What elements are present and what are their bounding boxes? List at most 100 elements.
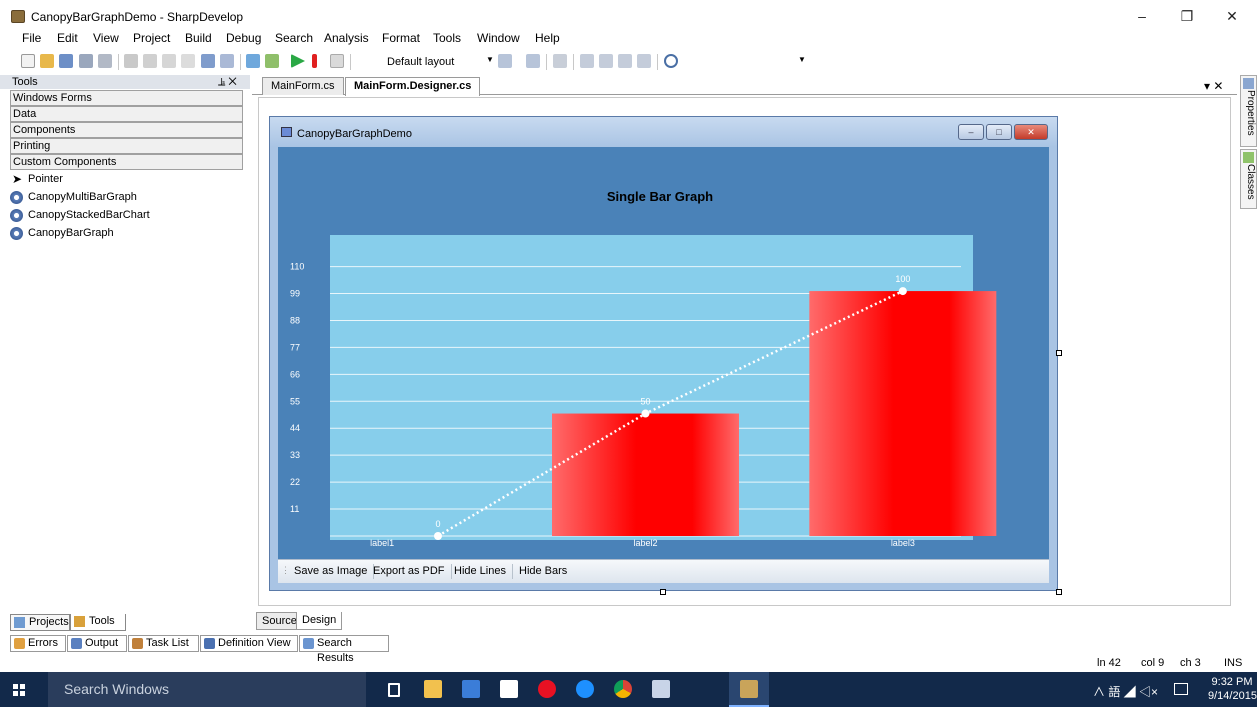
taskbar-clock[interactable]: 9:32 PM 9/14/2015: [1208, 675, 1257, 703]
bookmark-icon[interactable]: [580, 54, 594, 68]
menu-search[interactable]: Search: [275, 30, 313, 46]
open-folder-icon[interactable]: [40, 54, 54, 68]
form-maximize-button[interactable]: □: [986, 124, 1012, 140]
delete-icon[interactable]: [181, 54, 195, 68]
chevron-down-icon[interactable]: ▼: [486, 55, 494, 64]
build-icon[interactable]: [246, 54, 260, 68]
save-all-icon[interactable]: [98, 54, 112, 68]
y-tick-label: 33: [290, 450, 300, 460]
media-player-icon[interactable]: [462, 680, 480, 698]
tab-search-results[interactable]: Search Results: [299, 635, 389, 664]
tool-item-label: Pointer: [28, 173, 63, 185]
pin-close-icon[interactable]: ⫡ ✕: [218, 75, 237, 89]
menu-build[interactable]: Build: [185, 30, 212, 46]
document-dropdown-close-icon[interactable]: ▾ ✕: [1204, 79, 1223, 93]
bar-graph-control[interactable]: Single Bar Graph 11 22 33 44 55 66 77 88 99 110 lab…: [278, 147, 1049, 559]
chrome-icon[interactable]: [614, 680, 632, 698]
resize-handle[interactable]: [1056, 589, 1062, 595]
hide-bars-button[interactable]: Hide Bars: [513, 564, 573, 579]
run-without-debug-icon[interactable]: [312, 54, 317, 68]
opera-icon[interactable]: [538, 680, 556, 698]
menu-view[interactable]: View: [93, 30, 119, 46]
menu-project[interactable]: Project: [133, 30, 170, 46]
tab-properties[interactable]: Properties: [1240, 75, 1257, 147]
layout-dropdown[interactable]: Default layout: [385, 53, 481, 71]
save-icon[interactable]: [79, 54, 93, 68]
task-view-icon[interactable]: [388, 683, 400, 697]
system-tray[interactable]: ∧ 語 ◢ ◁×: [1093, 683, 1158, 700]
notifications-icon[interactable]: [1174, 683, 1188, 695]
tool-category-windows-forms[interactable]: Windows Forms: [10, 90, 243, 106]
next-bookmark-icon[interactable]: [618, 54, 632, 68]
clear-bookmarks-icon[interactable]: [637, 54, 651, 68]
restore-button[interactable]: ❐: [1167, 6, 1207, 26]
notepad-icon[interactable]: [652, 680, 670, 698]
sharpdevelop-taskbar-button[interactable]: [729, 672, 769, 707]
menu-help[interactable]: Help: [535, 30, 560, 46]
new-file-icon[interactable]: [21, 54, 35, 68]
tool-category-data[interactable]: Data: [10, 106, 243, 122]
form-preview-window[interactable]: CanopyBarGraphDemo – □ ✕ Single Bar Grap…: [269, 116, 1058, 591]
edge-icon[interactable]: [576, 680, 594, 698]
tool-item-canopymultibargraph[interactable]: CanopyMultiBarGraph: [10, 188, 137, 206]
component-gear-icon: [10, 227, 23, 240]
menu-window[interactable]: Window: [477, 30, 520, 46]
export-as-pdf-button[interactable]: Export as PDF: [367, 564, 452, 579]
menu-analysis[interactable]: Analysis: [324, 30, 369, 46]
navigate-forward-icon[interactable]: [526, 54, 540, 68]
start-button[interactable]: [0, 672, 40, 707]
cut-icon[interactable]: [124, 54, 138, 68]
menu-format[interactable]: Format: [382, 30, 420, 46]
resize-handle[interactable]: [1056, 350, 1062, 356]
search-results-icon: [303, 638, 314, 649]
form-close-button[interactable]: ✕: [1014, 124, 1048, 140]
taskbar-search-box[interactable]: Search Windows: [48, 672, 366, 707]
tab-tools[interactable]: Tools: [70, 614, 126, 631]
tab-definition-view[interactable]: Definition View: [200, 635, 298, 652]
tab-projects[interactable]: Projects: [10, 614, 70, 631]
open-project-icon[interactable]: [59, 54, 73, 68]
minimize-button[interactable]: –: [1122, 6, 1162, 26]
prev-bookmark-icon[interactable]: [599, 54, 613, 68]
menu-debug[interactable]: Debug: [226, 30, 261, 46]
tab-mainform-cs[interactable]: MainForm.cs: [262, 77, 344, 95]
tool-category-components[interactable]: Components: [10, 122, 243, 138]
y-tick-label: 66: [290, 369, 300, 379]
store-icon[interactable]: [500, 680, 518, 698]
close-button[interactable]: ✕: [1212, 6, 1252, 26]
tool-category-custom-components[interactable]: Custom Components: [10, 154, 243, 170]
menu-edit[interactable]: Edit: [57, 30, 78, 46]
menu-tools[interactable]: Tools: [433, 30, 461, 46]
tool-item-canopystackedbarchart[interactable]: CanopyStackedBarChart: [10, 206, 150, 224]
tool-item-pointer[interactable]: ➤ Pointer: [10, 170, 63, 188]
chevron-down-icon[interactable]: ▼: [798, 55, 806, 64]
document-tabstrip: MainForm.cs MainForm.Designer.cs ▾ ✕: [252, 75, 1237, 96]
copy-icon[interactable]: [143, 54, 157, 68]
paste-icon[interactable]: [162, 54, 176, 68]
tool-category-printing[interactable]: Printing: [10, 138, 243, 154]
hide-lines-button[interactable]: Hide Lines: [448, 564, 513, 579]
tab-mainform-designer-cs[interactable]: MainForm.Designer.cs: [345, 77, 481, 96]
navigate-back-icon[interactable]: [498, 54, 512, 68]
windows-taskbar: Search Windows ∧ 語 ◢ ◁× 9:32 PM 9/14/201…: [0, 672, 1257, 707]
undo-icon[interactable]: [201, 54, 215, 68]
search-combo[interactable]: [688, 53, 808, 71]
find-icon[interactable]: [664, 54, 678, 68]
tab-errors[interactable]: Errors: [10, 635, 66, 652]
tab-design[interactable]: Design: [296, 612, 343, 630]
tab-task-list[interactable]: Task List: [128, 635, 199, 652]
redo-icon[interactable]: [220, 54, 234, 68]
run-icon[interactable]: [291, 54, 305, 68]
comment-icon[interactable]: [553, 54, 567, 68]
form-minimize-button[interactable]: –: [958, 124, 984, 140]
file-explorer-icon[interactable]: [424, 680, 442, 698]
tool-item-canopybargraph[interactable]: CanopyBarGraph: [10, 224, 114, 242]
tab-output[interactable]: Output: [67, 635, 127, 652]
tab-classes[interactable]: Classes: [1240, 149, 1257, 209]
task-list-icon: [132, 638, 143, 649]
menu-file[interactable]: File: [22, 30, 41, 46]
stop-icon[interactable]: [330, 54, 344, 68]
rebuild-icon[interactable]: [265, 54, 279, 68]
save-as-image-button[interactable]: Save as Image: [288, 564, 375, 579]
resize-handle[interactable]: [660, 589, 666, 595]
